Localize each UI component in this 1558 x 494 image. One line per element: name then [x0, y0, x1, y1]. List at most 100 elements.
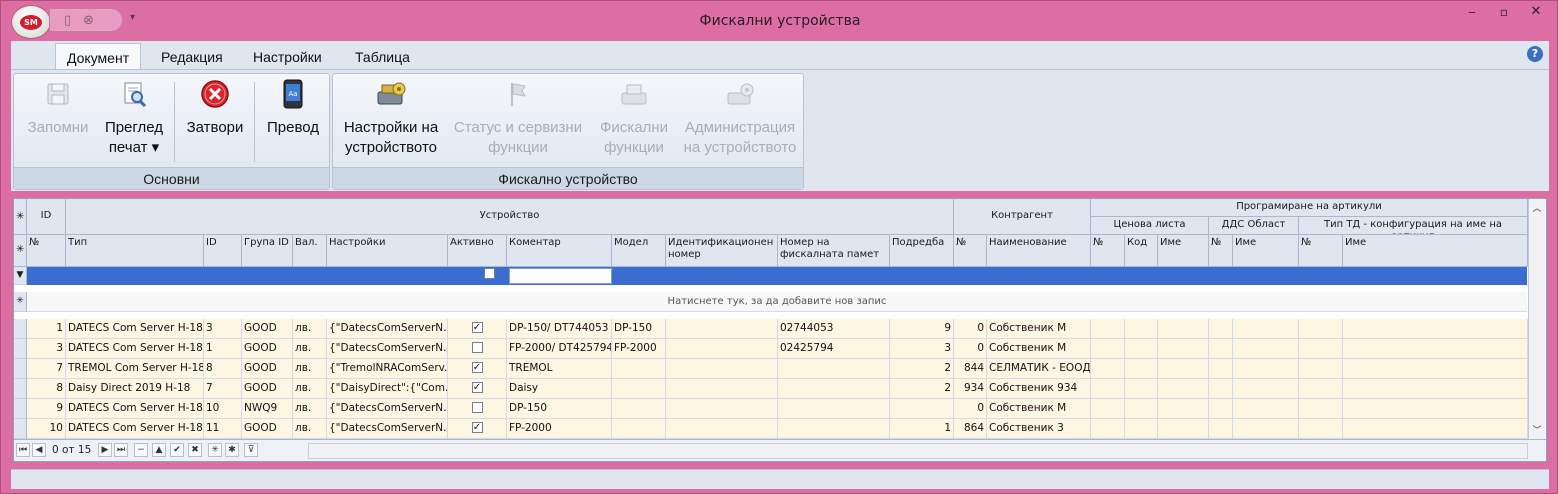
active-checkbox[interactable]: ✓ — [471, 381, 483, 393]
filter-comment-input[interactable] — [509, 268, 612, 284]
translate-button[interactable]: Aa Превод — [260, 78, 326, 138]
nav-record-count: 0 от 15 — [52, 444, 92, 456]
col-cp-no[interactable]: № — [954, 235, 987, 267]
cell-fiscalmem — [778, 399, 890, 419]
nav-add-icon[interactable]: ✳ — [208, 443, 222, 457]
col-group-id[interactable]: Група ID — [242, 235, 293, 267]
filter-row[interactable] — [27, 267, 1527, 285]
row-indicator[interactable] — [14, 359, 27, 379]
close-window-button[interactable]: ✕ — [1525, 5, 1547, 21]
col-settings[interactable]: Настройки — [327, 235, 448, 267]
col-td-name[interactable]: Име — [1343, 235, 1528, 267]
cell-fiscalmem: 02744053 — [778, 319, 890, 339]
row-indicator[interactable] — [14, 399, 27, 419]
col-cp-name[interactable]: Наименование — [987, 235, 1091, 267]
table-row[interactable]: 1 DATECS Com Server H-18 3 GOOD лв. {"DatecsC… — [14, 319, 1528, 339]
nav-up-icon[interactable]: ▲ — [152, 443, 166, 457]
active-checkbox[interactable]: ✓ — [471, 321, 483, 333]
fiscal-functions-button[interactable]: Фискални функции — [589, 78, 679, 158]
col-id[interactable]: ID — [204, 235, 242, 267]
col-vat-name[interactable]: Име — [1233, 235, 1299, 267]
cell-settings: {"DatecsComServerN... — [327, 399, 448, 419]
nav-cancel-icon[interactable]: ✖ — [188, 443, 202, 457]
table-row[interactable]: 7 TREMOL Com Server H-18 8 GOOD лв. {"TremolN… — [14, 359, 1528, 379]
save-button[interactable]: Запомни — [18, 78, 98, 138]
tab-table[interactable]: Таблица — [344, 43, 421, 70]
col-no[interactable]: № — [27, 235, 66, 267]
maximize-button[interactable]: ▫ — [1493, 5, 1515, 21]
scroll-up-icon[interactable]: ︿ — [1531, 201, 1543, 214]
cell-c — [1158, 339, 1209, 359]
table-row[interactable]: 3 DATECS Com Server H-18 1 GOOD лв. {"DatecsC… — [14, 339, 1528, 359]
col-currency[interactable]: Вал. — [293, 235, 327, 267]
device-admin-button[interactable]: Администрация на устройството — [679, 78, 801, 158]
row-indicator[interactable] — [14, 419, 27, 439]
status-service-button[interactable]: Статус и сервизни функции — [449, 78, 587, 158]
col-comment[interactable]: Коментар — [507, 235, 612, 267]
cell-type: DATECS Com Server H-18 — [66, 419, 204, 439]
device-settings-button[interactable]: Настройки на устройството — [337, 78, 445, 158]
group-title-basic: Основни — [14, 167, 329, 189]
help-icon[interactable]: ? — [1527, 46, 1543, 62]
cell-cpno: 864 — [954, 419, 987, 439]
window-title: Фискални устройства — [699, 13, 861, 29]
row-indicator[interactable] — [14, 379, 27, 399]
col-order[interactable]: Подредба — [890, 235, 954, 267]
active-checkbox[interactable] — [471, 341, 483, 353]
col-type[interactable]: Тип — [66, 235, 204, 267]
nav-next-icon[interactable]: ▶ — [98, 443, 112, 457]
row-indicator[interactable] — [14, 319, 27, 339]
col-active[interactable]: Активно — [448, 235, 507, 267]
cell-model — [612, 399, 666, 419]
col-model[interactable]: Модел — [612, 235, 666, 267]
col-pl-name[interactable]: Име — [1158, 235, 1209, 267]
active-checkbox[interactable]: ✓ — [471, 361, 483, 373]
cell-no: 9 — [27, 399, 66, 419]
cell-id: 10 — [204, 399, 242, 419]
minimize-button[interactable]: ‒ — [1461, 5, 1483, 21]
vertical-scrollbar[interactable]: ︿ ﹀ — [1528, 199, 1546, 439]
nav-delete-icon[interactable]: − — [134, 443, 148, 457]
col-td-no[interactable]: № — [1299, 235, 1343, 267]
main-window: SM ▯ ⊗ ▾ Фискални устройства ‒ ▫ ✕ Докум… — [0, 0, 1558, 494]
cell-ident — [666, 399, 778, 419]
print-preview-button[interactable]: Преглед печат ▾ — [98, 78, 170, 158]
active-checkbox[interactable] — [471, 401, 483, 413]
cell-cpname: Собственик М — [987, 319, 1091, 339]
col-vat-no[interactable]: № — [1209, 235, 1233, 267]
device-settings-icon — [375, 78, 407, 110]
cell-f — [1299, 399, 1343, 419]
nav-prev-page-icon[interactable]: ◀ — [32, 443, 46, 457]
close-button[interactable]: Затвори — [180, 78, 250, 138]
tab-settings[interactable]: Настройки — [242, 43, 333, 70]
tab-edit[interactable]: Редакция — [150, 43, 234, 70]
nav-first-icon[interactable]: ⏮ — [16, 443, 30, 457]
devices-grid: ✳ ID Устройство Контрагент Програмиране … — [13, 198, 1547, 462]
table-row[interactable]: 9 DATECS Com Server H-18 10 NWQ9 лв. {"Datecs… — [14, 399, 1528, 419]
filter-active-checkbox[interactable] — [484, 268, 495, 279]
cell-e — [1233, 399, 1299, 419]
table-row[interactable]: 10 DATECS Com Server H-18 11 GOOD лв. {"Datec… — [14, 419, 1528, 439]
cell-active: ✓ — [448, 319, 507, 339]
add-new-row[interactable]: Натиснете тук, за да добавите нов запис — [27, 292, 1527, 312]
scroll-down-icon[interactable]: ﹀ — [1531, 423, 1543, 436]
col-ident-number[interactable]: Идентификационен номер — [666, 235, 778, 267]
cell-c — [1158, 399, 1209, 419]
row-indicator[interactable] — [14, 339, 27, 359]
cell-model: FP-2000 — [612, 339, 666, 359]
nav-last-icon[interactable]: ⏭ — [114, 443, 128, 457]
col-pl-no[interactable]: № — [1091, 235, 1125, 267]
cell-active — [448, 339, 507, 359]
active-checkbox[interactable]: ✓ — [471, 421, 483, 433]
cell-g — [1343, 379, 1528, 399]
nav-append-icon[interactable]: ✱ — [225, 443, 239, 457]
col-fiscal-memory[interactable]: Номер на фискалната памет — [778, 235, 890, 267]
col-pl-code[interactable]: Код — [1125, 235, 1158, 267]
cell-no: 7 — [27, 359, 66, 379]
nav-filter-icon[interactable]: ⊽ — [244, 443, 258, 457]
horizontal-scrollbar[interactable] — [308, 443, 1528, 459]
table-row[interactable]: 8 Daisy Direct 2019 H-18 7 GOOD лв. {"DaisyDi… — [14, 379, 1528, 399]
tab-document[interactable]: Документ — [55, 43, 142, 70]
nav-confirm-icon[interactable]: ✔ — [170, 443, 184, 457]
cell-fiscalmem — [778, 379, 890, 399]
